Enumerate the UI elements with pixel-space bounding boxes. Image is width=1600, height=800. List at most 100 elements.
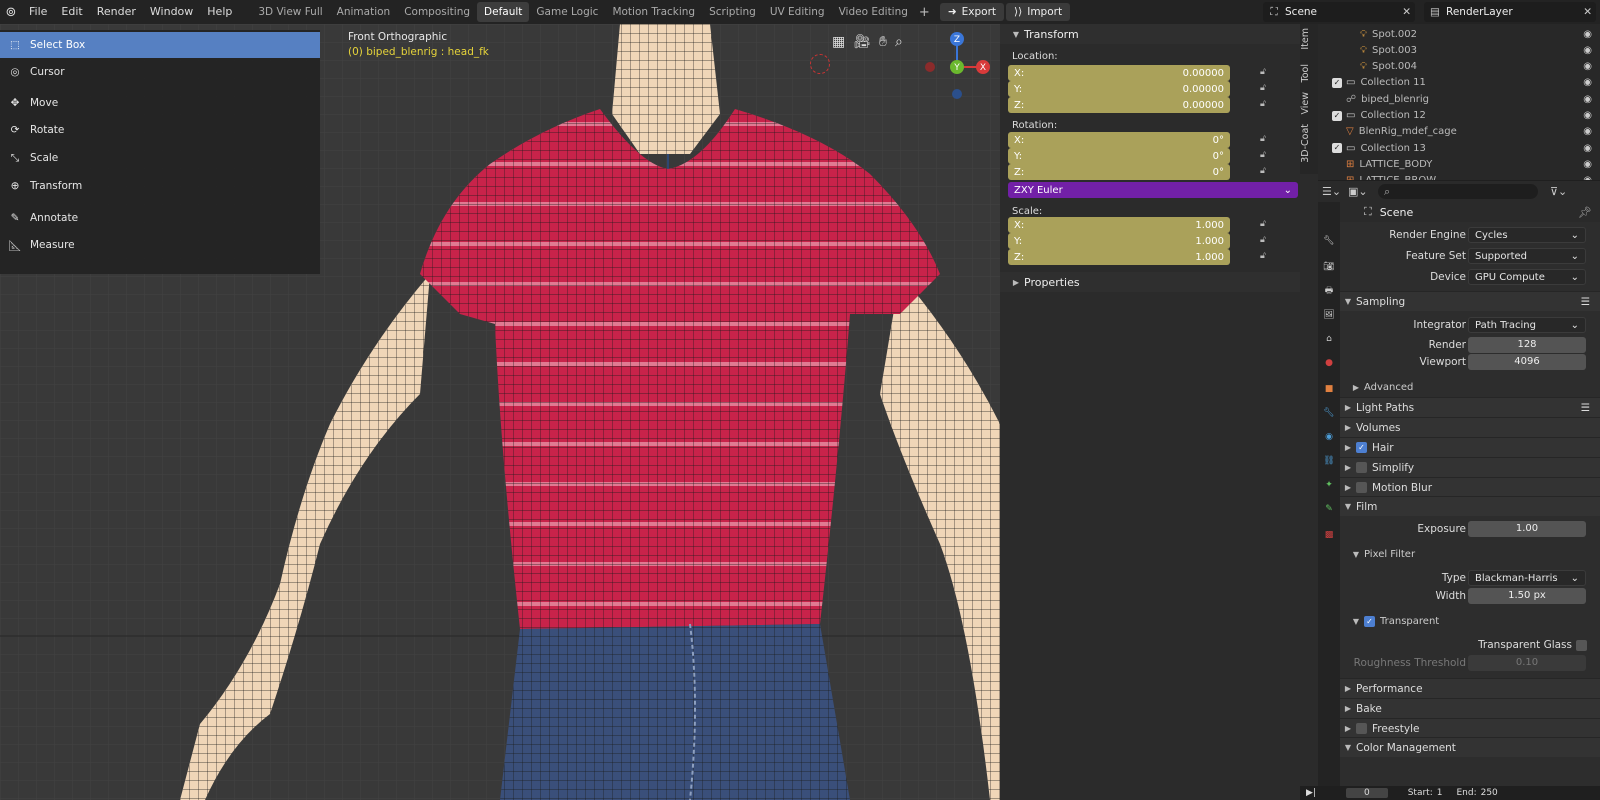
outliner-item[interactable]: ✓ ▭ Collection 13 ◉ — [1318, 140, 1600, 156]
properties-header[interactable]: ▶ Properties — [1000, 272, 1300, 292]
eye-icon[interactable]: ◉ — [1583, 143, 1592, 154]
filter-width-field[interactable]: 1.50 px — [1468, 588, 1586, 604]
outliner-item[interactable]: 💡︎ Spot.004 ◉ — [1318, 59, 1600, 75]
sidebar-tab-tool[interactable]: Tool — [1300, 64, 1318, 82]
menu-file[interactable]: File — [22, 0, 54, 24]
eye-icon[interactable]: ◉ — [1583, 45, 1592, 56]
end-frame-field[interactable]: 250 — [1481, 788, 1498, 798]
world-icon[interactable]: ● — [1322, 356, 1336, 370]
eye-icon[interactable]: ◉ — [1583, 110, 1592, 121]
menu-render[interactable]: Render — [90, 0, 143, 24]
outliner-item[interactable]: ⊞ LATTICE_BODY ◉ — [1318, 156, 1600, 172]
menu-edit[interactable]: Edit — [54, 0, 89, 24]
transform-header[interactable]: ▼ Transform — [1000, 24, 1300, 44]
render-layer-selector[interactable]: ▤ RenderLayer ✕ — [1424, 2, 1596, 22]
modifier-icon[interactable]: 🔧︎ — [1322, 406, 1336, 420]
tab-motion-tracking[interactable]: Motion Tracking — [605, 2, 702, 22]
tool-annotate[interactable]: ✎ Annotate — [0, 205, 320, 231]
location-x-field[interactable]: X: 0.00000 — [1008, 65, 1230, 81]
lock-icon[interactable]: 🔓︎ — [1260, 150, 1266, 160]
grid-toggle-icon[interactable]: ▦ — [832, 34, 845, 50]
display-mode-icon[interactable]: ☰⌄ — [1322, 185, 1341, 198]
light-paths-panel-header[interactable]: ▶ Light Paths ☰ — [1340, 397, 1600, 417]
tab-scripting[interactable]: Scripting — [702, 2, 763, 22]
axis-gizmo[interactable]: Z Y X — [915, 29, 995, 109]
lock-icon[interactable]: 🔓︎ — [1260, 235, 1266, 245]
advanced-subpanel-header[interactable]: ▶ Advanced — [1340, 378, 1600, 396]
hair-checkbox[interactable]: ✓ — [1356, 442, 1367, 453]
exposure-field[interactable]: 1.00 — [1468, 521, 1586, 537]
scene-close-icon[interactable]: ✕ — [1402, 6, 1411, 18]
tool-cursor[interactable]: ◎ Cursor — [0, 59, 320, 85]
eye-icon[interactable]: ◉ — [1583, 159, 1592, 170]
lock-icon[interactable]: 🔓︎ — [1260, 99, 1266, 109]
eye-icon[interactable]: ◉ — [1583, 126, 1592, 137]
sampling-panel-header[interactable]: ▼ Sampling ☰ — [1340, 291, 1600, 311]
menu-window[interactable]: Window — [143, 0, 200, 24]
lock-icon[interactable]: 🔓︎ — [1260, 219, 1266, 229]
collection-checkbox[interactable]: ✓ — [1332, 110, 1342, 121]
tool-transform[interactable]: ⊕ Transform — [0, 173, 320, 199]
tool-icon[interactable]: 🔧︎ — [1322, 234, 1336, 248]
pin-icon[interactable]: 📌︎ — [1578, 206, 1592, 219]
hair-panel-header[interactable]: ▶ ✓ Hair — [1340, 437, 1600, 457]
transparent-subpanel-header[interactable]: ▼ ✓ Transparent — [1340, 612, 1600, 630]
performance-panel-header[interactable]: ▶ Performance — [1340, 678, 1600, 698]
outliner-item[interactable]: ▽ BlenRig_mdef_cage ◉ — [1318, 124, 1600, 140]
rotation-x-field[interactable]: X: 0° — [1008, 132, 1230, 148]
render-samples-field[interactable]: 128 — [1468, 337, 1586, 353]
camera-view-icon[interactable]: 🎥︎ — [853, 34, 871, 50]
volumes-panel-header[interactable]: ▶ Volumes — [1340, 417, 1600, 437]
outliner-search-input[interactable]: ⌕ — [1378, 184, 1538, 199]
current-frame-field[interactable]: 0 — [1345, 788, 1388, 798]
outliner-item[interactable]: ✓ ▭ Collection 11 ◉ — [1318, 75, 1600, 91]
start-frame-field[interactable]: 1 — [1437, 788, 1443, 798]
tab-compositing[interactable]: Compositing — [397, 2, 477, 22]
scale-x-field[interactable]: X: 1.000 — [1008, 217, 1230, 233]
tool-scale[interactable]: ⤡ Scale — [0, 145, 320, 171]
outliner-item[interactable]: ✓ ▭ Collection 12 ◉ — [1318, 108, 1600, 124]
filter-icon[interactable]: ⊽⌄ — [1550, 185, 1567, 198]
material-icon[interactable]: ▩ — [1322, 528, 1336, 542]
render-icon[interactable]: 📷︎ — [1322, 260, 1336, 274]
import-button[interactable]: ⟩⟩ Import — [1006, 3, 1071, 21]
menu-help[interactable]: Help — [200, 0, 239, 24]
scale-y-field[interactable]: Y: 1.000 — [1008, 233, 1230, 249]
outliner-item[interactable]: 💡︎ Spot.003 ◉ — [1318, 42, 1600, 58]
data-icon[interactable]: ✦ — [1322, 478, 1336, 492]
location-z-field[interactable]: Z: 0.00000 — [1008, 97, 1230, 113]
motion-blur-checkbox[interactable] — [1356, 482, 1367, 493]
simplify-panel-header[interactable]: ▶ Simplify — [1340, 457, 1600, 477]
pixel-filter-subpanel-header[interactable]: ▼ Pixel Filter — [1340, 545, 1600, 563]
device-select[interactable]: GPU Compute ⌄ — [1468, 269, 1586, 285]
film-panel-header[interactable]: ▼ Film — [1340, 496, 1600, 516]
motion-blur-panel-header[interactable]: ▶ Motion Blur — [1340, 477, 1600, 497]
lock-icon[interactable]: 🔓︎ — [1260, 166, 1266, 176]
render-engine-select[interactable]: Cycles ⌄ — [1468, 227, 1586, 243]
tab-game-logic[interactable]: Game Logic — [529, 2, 605, 22]
output-icon[interactable]: 🖶 — [1322, 284, 1336, 298]
scene-icon[interactable]: ⌂ — [1322, 332, 1336, 346]
outliner-item[interactable]: 💡︎ Spot.002 ◉ — [1318, 26, 1600, 42]
tab-uv-editing[interactable]: UV Editing — [763, 2, 832, 22]
play-icon[interactable]: ▶| — [1306, 788, 1316, 798]
blender-logo-icon[interactable]: ⊚ — [0, 0, 22, 24]
location-y-field[interactable]: Y: 0.00000 — [1008, 81, 1230, 97]
constraint-icon[interactable]: ⛓︎ — [1322, 454, 1336, 468]
tool-move[interactable]: ✥ Move — [0, 90, 320, 116]
collection-checkbox[interactable]: ✓ — [1332, 143, 1342, 154]
feature-set-select[interactable]: Supported ⌄ — [1468, 248, 1586, 264]
outliner-item[interactable]: ☍ biped_blenrig ◉ — [1318, 91, 1600, 107]
scale-z-field[interactable]: Z: 1.000 — [1008, 249, 1230, 265]
pan-hand-icon[interactable]: ✋︎ — [879, 34, 887, 50]
list-icon[interactable]: ☰ — [1581, 402, 1590, 414]
transparent-checkbox[interactable]: ✓ — [1364, 615, 1375, 627]
neg-x-axis-handle[interactable] — [925, 62, 935, 72]
lock-icon[interactable]: 🔓︎ — [1260, 83, 1266, 93]
scene-selector[interactable]: ⛶ Scene ✕ — [1263, 2, 1415, 22]
eye-icon[interactable]: ◉ — [1583, 61, 1592, 72]
view-layer-icon[interactable]: ▣⌄ — [1348, 185, 1368, 198]
tab-animation[interactable]: Animation — [330, 2, 398, 22]
freestyle-panel-header[interactable]: ▶ Freestyle — [1340, 718, 1600, 738]
eye-icon[interactable]: ◉ — [1583, 77, 1592, 88]
